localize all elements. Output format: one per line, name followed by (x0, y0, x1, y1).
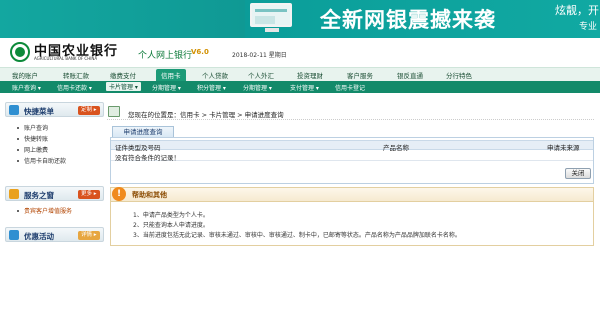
banner-slogan: 全新网银震撼来袭 (320, 8, 496, 32)
close-button[interactable]: 关闭 (565, 168, 591, 179)
sidebar-item-quick-transfer[interactable]: 快捷转账 (5, 134, 104, 145)
service-icon (9, 189, 19, 199)
banner-stripe (0, 0, 245, 38)
nav-transfer[interactable]: 转账汇款 (63, 70, 89, 80)
nav-personal-loan[interactable]: 个人贷款 (202, 70, 228, 80)
promo-icon (9, 230, 19, 240)
breadcrumb: 您现在的位置是：信用卡 > 卡片管理 > 申请进度查询 (128, 111, 284, 119)
site-title: 个人网上银行 (138, 51, 193, 61)
sidebar-item-online-payment[interactable]: 网上缴费 (5, 145, 104, 156)
info-icon: ! (112, 187, 126, 201)
help-header (110, 187, 594, 202)
customize-button[interactable]: 定制 ▸ (78, 106, 100, 115)
table-row: 没有符合条件的记录！ (111, 151, 593, 162)
subnav-points[interactable]: 积分管理 ▾ (197, 83, 226, 92)
help-line: 2、只能查询本人申请进度。 (133, 222, 209, 229)
subnav-installment[interactable]: 分期管理 ▾ (152, 83, 181, 92)
promo-header: 优惠活动 详情 ▸ (5, 227, 104, 242)
banner-side-text: 炫靓，开 (555, 4, 599, 17)
monitor-icon (250, 3, 292, 27)
nav-payment[interactable]: 缴费支付 (110, 70, 136, 80)
grid-header: 证件类型及号码 产品名称 申请未来源 (111, 140, 593, 152)
banner-side-text-2: 专业 (579, 22, 598, 32)
subnav-account-query[interactable]: 账户查询 ▾ (12, 83, 41, 92)
quick-menu-list: 账户查询 快捷转账 网上缴费 信用卡自助还款 (5, 123, 104, 167)
current-date: 2018-02-11 星期日 (232, 52, 287, 59)
nav-customer-service[interactable]: 客户服务 (347, 70, 373, 80)
nav-credit-card[interactable]: 信用卡 (156, 69, 186, 81)
help-line: 1、申请产品类型为个人卡。 (133, 212, 209, 219)
monitor-stand (265, 28, 279, 32)
location-icon (108, 106, 120, 117)
subnav-pay-management[interactable]: 支付管理 ▾ (290, 83, 319, 92)
nav-investment[interactable]: 投资理财 (297, 70, 323, 80)
menu-icon (9, 105, 19, 115)
abc-logo-icon (10, 42, 30, 62)
subnav-card-management[interactable]: 卡片管理 ▾ (106, 82, 141, 91)
nav-forex[interactable]: 个人外汇 (248, 70, 274, 80)
promo-title: 优惠活动 (24, 232, 54, 241)
subnav-installment-2[interactable]: 分期管理 ▾ (243, 83, 272, 92)
promo-details-button[interactable]: 详情 ▸ (78, 231, 100, 240)
nav-bank-direct[interactable]: 银反直通 (397, 70, 423, 80)
nav-my-account[interactable]: 我的账户 (12, 70, 38, 80)
quick-menu-header: 快捷菜单 定制 ▸ (5, 102, 104, 117)
bank-name-en: AGRICULTURAL BANK OF CHINA (34, 56, 98, 61)
sidebar-item-vip-service[interactable]: 贵宾客户增值服务 (5, 206, 104, 217)
subnav-card-registration[interactable]: 信用卡登记 (335, 83, 365, 92)
site-version: V6.0 (191, 48, 209, 56)
sidebar-item-self-repayment[interactable]: 信用卡自助还款 (5, 156, 104, 167)
promo-banner[interactable]: 全新网银震撼来袭 炫靓，开 专业 (0, 0, 600, 38)
sidebar: 快捷菜单 定制 ▸ 账户查询 快捷转账 网上缴费 信用卡自助还款 服务之窗 更多… (5, 102, 104, 247)
subnav-repayment[interactable]: 信用卡还款 ▾ (57, 83, 92, 92)
quick-menu-title: 快捷菜单 (24, 107, 54, 116)
sub-nav: 账户查询 ▾ 信用卡还款 ▾ 卡片管理 ▾ 分期管理 ▾ 积分管理 ▾ 分期管理… (0, 81, 600, 93)
help-title: 帮助和其他 (132, 191, 167, 199)
empty-result-text: 没有符合条件的记录！ (115, 154, 180, 162)
help-line: 3、当前进度包括无此记录、审核未通过、审核中、审核通过、制卡中，已邮寄等状态。产… (133, 232, 461, 239)
main-nav: 我的账户 转账汇款 缴费支付 信用卡 个人贷款 个人外汇 投资理财 客户服务 银… (0, 67, 600, 81)
nav-branch-features[interactable]: 分行特色 (446, 70, 472, 80)
sidebar-item-account-query[interactable]: 账户查询 (5, 123, 104, 134)
service-window-header: 服务之窗 更多 ▸ (5, 186, 104, 201)
service-window-title: 服务之窗 (24, 191, 54, 200)
service-more-button[interactable]: 更多 ▸ (78, 190, 100, 199)
service-list: 贵宾客户增值服务 (5, 206, 104, 217)
tab-application-progress[interactable]: 申请进度查询 (112, 126, 174, 137)
